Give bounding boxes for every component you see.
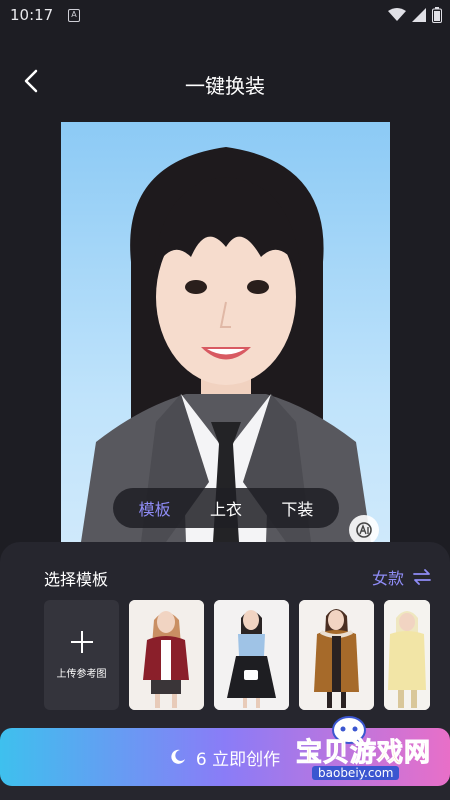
template-thumbnail bbox=[129, 600, 204, 710]
status-bar: 10:17 A bbox=[0, 0, 450, 34]
swap-icon bbox=[413, 569, 431, 585]
upload-reference-button[interactable]: 上传参考图 bbox=[44, 600, 119, 710]
template-thumbnail bbox=[384, 600, 430, 710]
watermark-text: 宝贝游戏网 bbox=[295, 738, 432, 769]
plus-icon bbox=[70, 630, 93, 653]
tab-top[interactable]: 上衣 bbox=[200, 490, 252, 526]
template-card[interactable] bbox=[384, 600, 430, 710]
moon-icon bbox=[171, 749, 185, 764]
page-title: 一键换装 bbox=[185, 74, 265, 98]
template-thumbnail bbox=[214, 600, 289, 710]
watermark-url: baobeiy.com bbox=[312, 766, 400, 780]
portrait-photo bbox=[61, 122, 390, 542]
app-bar: 一键换装 bbox=[0, 58, 450, 108]
category-tabs: 模板 上衣 下装 bbox=[113, 488, 339, 528]
template-thumbnail bbox=[299, 600, 374, 710]
tab-bottom[interactable]: 下装 bbox=[271, 490, 323, 526]
template-list: 上传参考图 bbox=[44, 600, 430, 710]
site-watermark: 宝贝游戏网 baobeiy.com bbox=[276, 710, 450, 790]
template-card[interactable] bbox=[214, 600, 289, 710]
battery-icon bbox=[432, 7, 442, 23]
gender-label: 女款 bbox=[371, 569, 404, 588]
gender-toggle[interactable]: 女款 bbox=[372, 565, 432, 589]
create-now-label: 6 立即创作 bbox=[195, 749, 281, 770]
template-card[interactable] bbox=[129, 600, 204, 710]
template-card[interactable] bbox=[299, 600, 374, 710]
wifi-icon bbox=[388, 8, 406, 21]
tab-template[interactable]: 模板 bbox=[129, 490, 181, 526]
notification-icon: A bbox=[68, 9, 80, 22]
upload-label: 上传参考图 bbox=[56, 668, 107, 680]
status-time: 10:17 bbox=[10, 6, 54, 24]
signal-icon bbox=[412, 8, 426, 22]
portrait-illustration bbox=[81, 147, 371, 542]
sheet-title: 选择模板 bbox=[44, 570, 109, 589]
ai-badge-icon bbox=[349, 515, 379, 545]
status-icons bbox=[388, 7, 442, 23]
